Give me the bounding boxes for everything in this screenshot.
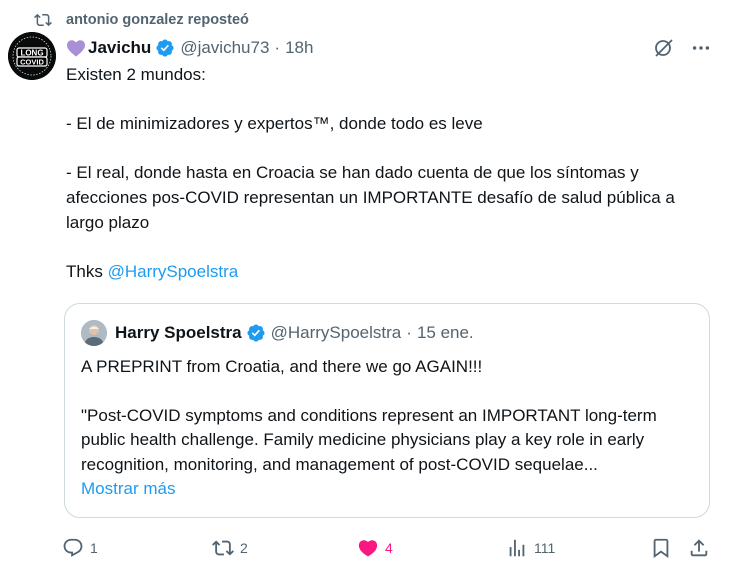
post-header: Javichu @javichu73 · 18h — [66, 36, 712, 60]
repost-label: antonio gonzalez reposteó — [66, 12, 249, 28]
bookmark-icon — [653, 538, 669, 559]
reply-button[interactable]: 1 — [62, 534, 98, 562]
quoted-line: A PREPRINT from Croatia, and there we go… — [81, 357, 483, 376]
quoted-post[interactable]: Harry Spoelstra @HarrySpoelstra · 15 ene… — [64, 303, 710, 518]
quoted-post-header: Harry Spoelstra @HarrySpoelstra · 15 ene… — [81, 320, 474, 346]
meta-separator: · — [274, 38, 281, 57]
reply-icon — [63, 538, 83, 557]
repost-count: 2 — [240, 540, 248, 556]
post-line: - El real, donde hasta en Croacia se han… — [66, 163, 675, 232]
quoted-timestamp[interactable]: 15 ene. — [417, 323, 474, 343]
repost-button[interactable]: 2 — [212, 534, 248, 562]
more-options-icon[interactable] — [690, 37, 712, 59]
repost-icon — [212, 540, 234, 556]
grok-icon[interactable] — [652, 36, 676, 60]
mention-link[interactable]: @HarrySpoelstra — [108, 262, 239, 281]
quoted-avatar[interactable] — [81, 320, 107, 346]
post-thanks: Thks @HarrySpoelstra — [66, 260, 716, 285]
quoted-line: "Post-COVID symptoms and conditions repr… — [81, 405, 657, 474]
meta-separator: · — [406, 323, 412, 342]
share-button[interactable] — [688, 534, 716, 562]
action-bar: 1 2 4 111 — [62, 534, 722, 562]
like-count: 4 — [385, 540, 393, 556]
post-text: Existen 2 mundos: - El de minimizadores … — [66, 63, 716, 284]
svg-text:COVID: COVID — [20, 58, 44, 67]
views-chart-icon — [509, 539, 525, 557]
repost-indicator[interactable]: antonio gonzalez reposteó — [34, 9, 249, 31]
person-avatar-icon — [81, 320, 107, 346]
header-actions — [652, 36, 712, 60]
reply-count: 1 — [90, 540, 98, 556]
author-name[interactable]: Javichu — [88, 38, 151, 58]
svg-text:LONG: LONG — [20, 49, 43, 58]
bookmark-button[interactable] — [650, 534, 678, 562]
share-icon — [690, 539, 708, 557]
quoted-post-text: A PREPRINT from Croatia, and there we go… — [81, 355, 701, 501]
quoted-author-name[interactable]: Harry Spoelstra — [115, 323, 242, 343]
purple-heart-icon — [67, 40, 85, 57]
post-line: Existen 2 mundos: — [66, 65, 206, 84]
views-button[interactable]: 111 — [506, 534, 555, 562]
repost-icon — [34, 13, 52, 27]
post-line: - El de minimizadores y expertos™, donde… — [66, 114, 483, 134]
verified-badge-icon — [247, 324, 265, 342]
post-timestamp[interactable]: 18h — [285, 38, 313, 58]
quoted-author-handle[interactable]: @HarrySpoelstra — [271, 323, 402, 343]
like-button[interactable]: 4 — [357, 534, 393, 562]
thanks-prefix: Thks — [66, 261, 103, 281]
show-more-link[interactable]: Mostrar más — [81, 479, 175, 498]
author-handle[interactable]: @javichu73 — [180, 38, 269, 58]
views-count: 111 — [534, 540, 556, 556]
heart-filled-icon — [358, 540, 378, 557]
avatar[interactable]: LONG COVID — [8, 32, 56, 80]
long-covid-avatar-icon: LONG COVID — [8, 32, 56, 80]
verified-badge-icon — [156, 39, 174, 57]
